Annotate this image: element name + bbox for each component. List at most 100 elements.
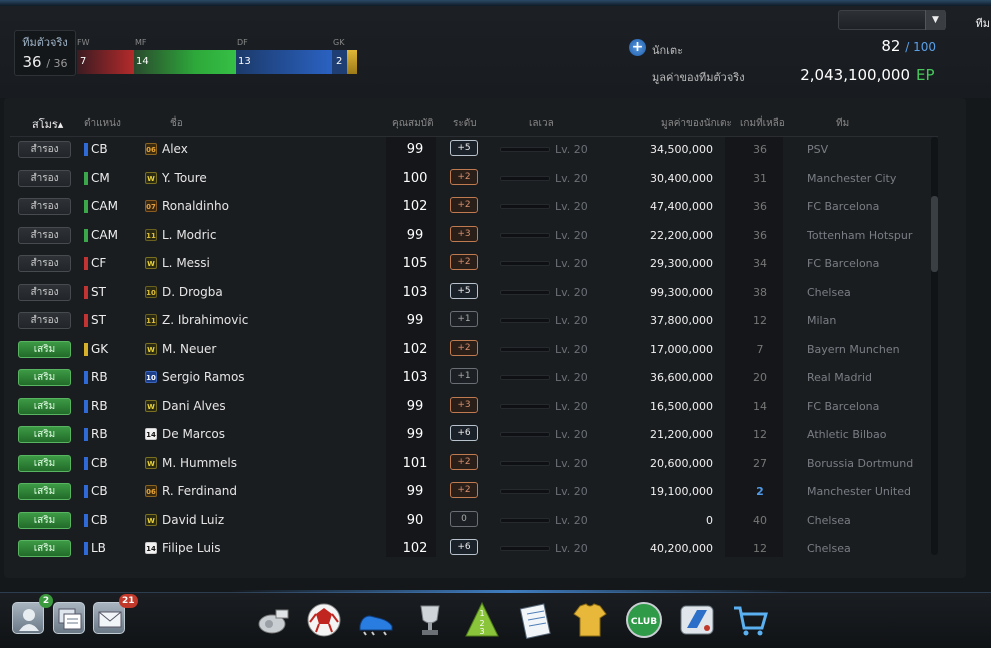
- squad-status-button[interactable]: เสริม: [18, 540, 71, 557]
- real-team-count-max: / 36: [46, 57, 68, 70]
- team-select[interactable]: ทีม ▼: [838, 10, 990, 30]
- scrollbar-thumb[interactable]: [931, 196, 938, 272]
- enhance-rank-badge: +2: [450, 482, 478, 498]
- player-name[interactable]: L. Modric: [162, 228, 217, 242]
- player-name[interactable]: Ronaldinho: [162, 199, 229, 213]
- friends-button[interactable]: [12, 602, 44, 634]
- table-row[interactable]: สำรอง CM W Y. Toure 100 +2 Lv. 20 30,400,000 31 M…: [10, 166, 938, 194]
- player-name[interactable]: R. Ferdinand: [162, 484, 237, 498]
- header-value[interactable]: มูลค่าของนักเตะ: [661, 116, 732, 131]
- player-team: Milan: [807, 314, 837, 327]
- table-row[interactable]: สำรอง ST 11 Z. Ibrahimovic 99 +1 Lv. 20 37,800,…: [10, 308, 938, 336]
- chat-button[interactable]: [53, 602, 85, 634]
- trophy-icon: [420, 605, 440, 635]
- squad-status-button[interactable]: สำรอง: [18, 169, 71, 187]
- ranking-button[interactable]: 123: [462, 600, 502, 640]
- table-row[interactable]: เสริม RB 10 Sergio Ramos 103 +1 Lv. 20 36,600,0…: [10, 365, 938, 393]
- header-name[interactable]: ชื่อ: [170, 116, 183, 131]
- squad-status-button[interactable]: เสริม: [18, 511, 71, 529]
- player-name[interactable]: Y. Toure: [162, 171, 207, 185]
- player-name[interactable]: L. Messi: [162, 256, 210, 270]
- games-left: 40: [753, 513, 767, 527]
- table-row[interactable]: สำรอง ST 10 D. Drogba 103 +5 Lv. 20 99,300,000 3…: [10, 280, 938, 308]
- mail-button[interactable]: [93, 602, 125, 634]
- player-name[interactable]: Dani Alves: [162, 399, 226, 413]
- player-name[interactable]: Filipe Luis: [162, 541, 221, 555]
- squad-status-button[interactable]: สำรอง: [18, 226, 71, 244]
- enhance-rank-badge: +2: [450, 254, 478, 270]
- player-ovr: 99: [406, 227, 424, 243]
- header-team[interactable]: ทีม: [836, 116, 849, 131]
- squad-status-button[interactable]: เสริม: [18, 397, 71, 415]
- player-name[interactable]: M. Neuer: [162, 342, 216, 356]
- games-left: 12: [753, 428, 767, 441]
- header-games-left[interactable]: เกมที่เหลือ: [740, 116, 785, 131]
- player-name[interactable]: D. Drogba: [162, 285, 223, 299]
- table-row[interactable]: สำรอง CAM 07 Ronaldinho 102 +2 Lv. 20 47,400,00…: [10, 194, 938, 222]
- add-player-plus-icon[interactable]: +: [629, 39, 646, 56]
- player-ovr: 99: [406, 313, 424, 328]
- table-row[interactable]: เสริม CB 06 R. Ferdinand 99 +2 Lv. 20 19,100,00…: [10, 479, 938, 507]
- squad-status-button[interactable]: สำรอง: [18, 255, 71, 272]
- player-name[interactable]: Z. Ibrahimovic: [162, 313, 248, 327]
- squad-status-button[interactable]: สำรอง: [18, 283, 71, 301]
- shop-cart-icon: [734, 606, 768, 636]
- enhance-rank-badge: +2: [450, 453, 478, 470]
- player-name[interactable]: David Luiz: [162, 513, 224, 527]
- squad-status-button[interactable]: เสริม: [18, 340, 71, 358]
- level-progress-bar: [500, 232, 550, 238]
- table-row[interactable]: เสริม CB W David Luiz 90 0 Lv. 20 0 40 Chelsea: [10, 508, 938, 536]
- player-level: Lv. 20: [555, 371, 588, 384]
- player-name[interactable]: Alex: [162, 142, 188, 156]
- table-row[interactable]: เสริม LB 14 Filipe Luis 102 +6 Lv. 20 40,200,00…: [10, 536, 938, 564]
- table-row[interactable]: สำรอง CAM 11 L. Modric 99 +3 Lv. 20 22,200,000 3…: [10, 223, 938, 251]
- player-team: Borussia Dortmund: [807, 456, 914, 470]
- squad-status-button[interactable]: สำรอง: [18, 198, 71, 215]
- player-name[interactable]: De Marcos: [162, 427, 225, 441]
- header-rank[interactable]: ระดับ: [453, 116, 477, 131]
- real-team-count-value: 36: [22, 53, 42, 71]
- df-label: DF: [237, 38, 248, 47]
- season-badge: W: [145, 171, 157, 184]
- ball-icon: [307, 603, 341, 637]
- squad-status-button[interactable]: เสริม: [18, 426, 71, 443]
- chevron-down-icon[interactable]: ▼: [925, 10, 945, 30]
- squad-status-button[interactable]: เสริม: [18, 483, 71, 500]
- whistle-button[interactable]: [252, 600, 292, 640]
- season-badge: 14: [145, 542, 157, 554]
- notepad-button[interactable]: [516, 600, 556, 640]
- games-left: 36: [753, 143, 767, 156]
- table-row[interactable]: เสริม CB W M. Hummels 101 +2 Lv. 20 20,600,000 2…: [10, 451, 938, 479]
- header-attributes[interactable]: คุณสมบัติ: [392, 116, 434, 131]
- season-badge: 06: [145, 143, 157, 155]
- header-club-sort[interactable]: สโมร▴: [32, 115, 63, 133]
- games-left: 12: [753, 314, 767, 327]
- trophy-button[interactable]: [410, 600, 450, 640]
- season-badge: W: [145, 257, 157, 269]
- squad-status-button[interactable]: สำรอง: [18, 141, 71, 158]
- transfer-button[interactable]: [677, 600, 717, 640]
- club-button[interactable]: CLUB: [624, 600, 664, 640]
- table-row[interactable]: เสริม RB 14 De Marcos 99 +6 Lv. 20 21,200,000 12…: [10, 422, 938, 450]
- player-value: 20,600,000: [650, 456, 713, 470]
- table-row[interactable]: เสริม GK W M. Neuer 102 +2 Lv. 20 17,000,000 7 Ba…: [10, 337, 938, 365]
- player-name[interactable]: Sergio Ramos: [162, 370, 245, 384]
- shop-cart-button[interactable]: [730, 600, 770, 640]
- player-value: 47,400,000: [650, 200, 713, 213]
- squad-status-button[interactable]: เสริม: [18, 369, 71, 386]
- header-position[interactable]: ตำแหน่ง: [84, 116, 121, 131]
- squad-status-button[interactable]: สำรอง: [18, 312, 71, 329]
- squad-status-button[interactable]: เสริม: [18, 454, 71, 472]
- player-position: GK: [91, 341, 109, 356]
- table-row[interactable]: สำรอง CB 06 Alex 99 +5 Lv. 20 34,500,000 36 PSV: [10, 137, 938, 165]
- table-row[interactable]: สำรอง CF W L. Messi 105 +2 Lv. 20 29,300,000 34 F…: [10, 251, 938, 279]
- boot-button[interactable]: [356, 600, 396, 640]
- player-position: CB: [91, 512, 108, 527]
- boot-icon: [359, 615, 393, 636]
- player-name[interactable]: M. Hummels: [162, 456, 237, 470]
- ball-button[interactable]: [304, 600, 344, 640]
- header-level[interactable]: เลเวล: [529, 116, 554, 131]
- jersey-button[interactable]: [570, 600, 610, 640]
- enhance-rank-badge: +6: [450, 539, 478, 555]
- table-row[interactable]: เสริม RB W Dani Alves 99 +3 Lv. 20 16,500,000 14…: [10, 394, 938, 422]
